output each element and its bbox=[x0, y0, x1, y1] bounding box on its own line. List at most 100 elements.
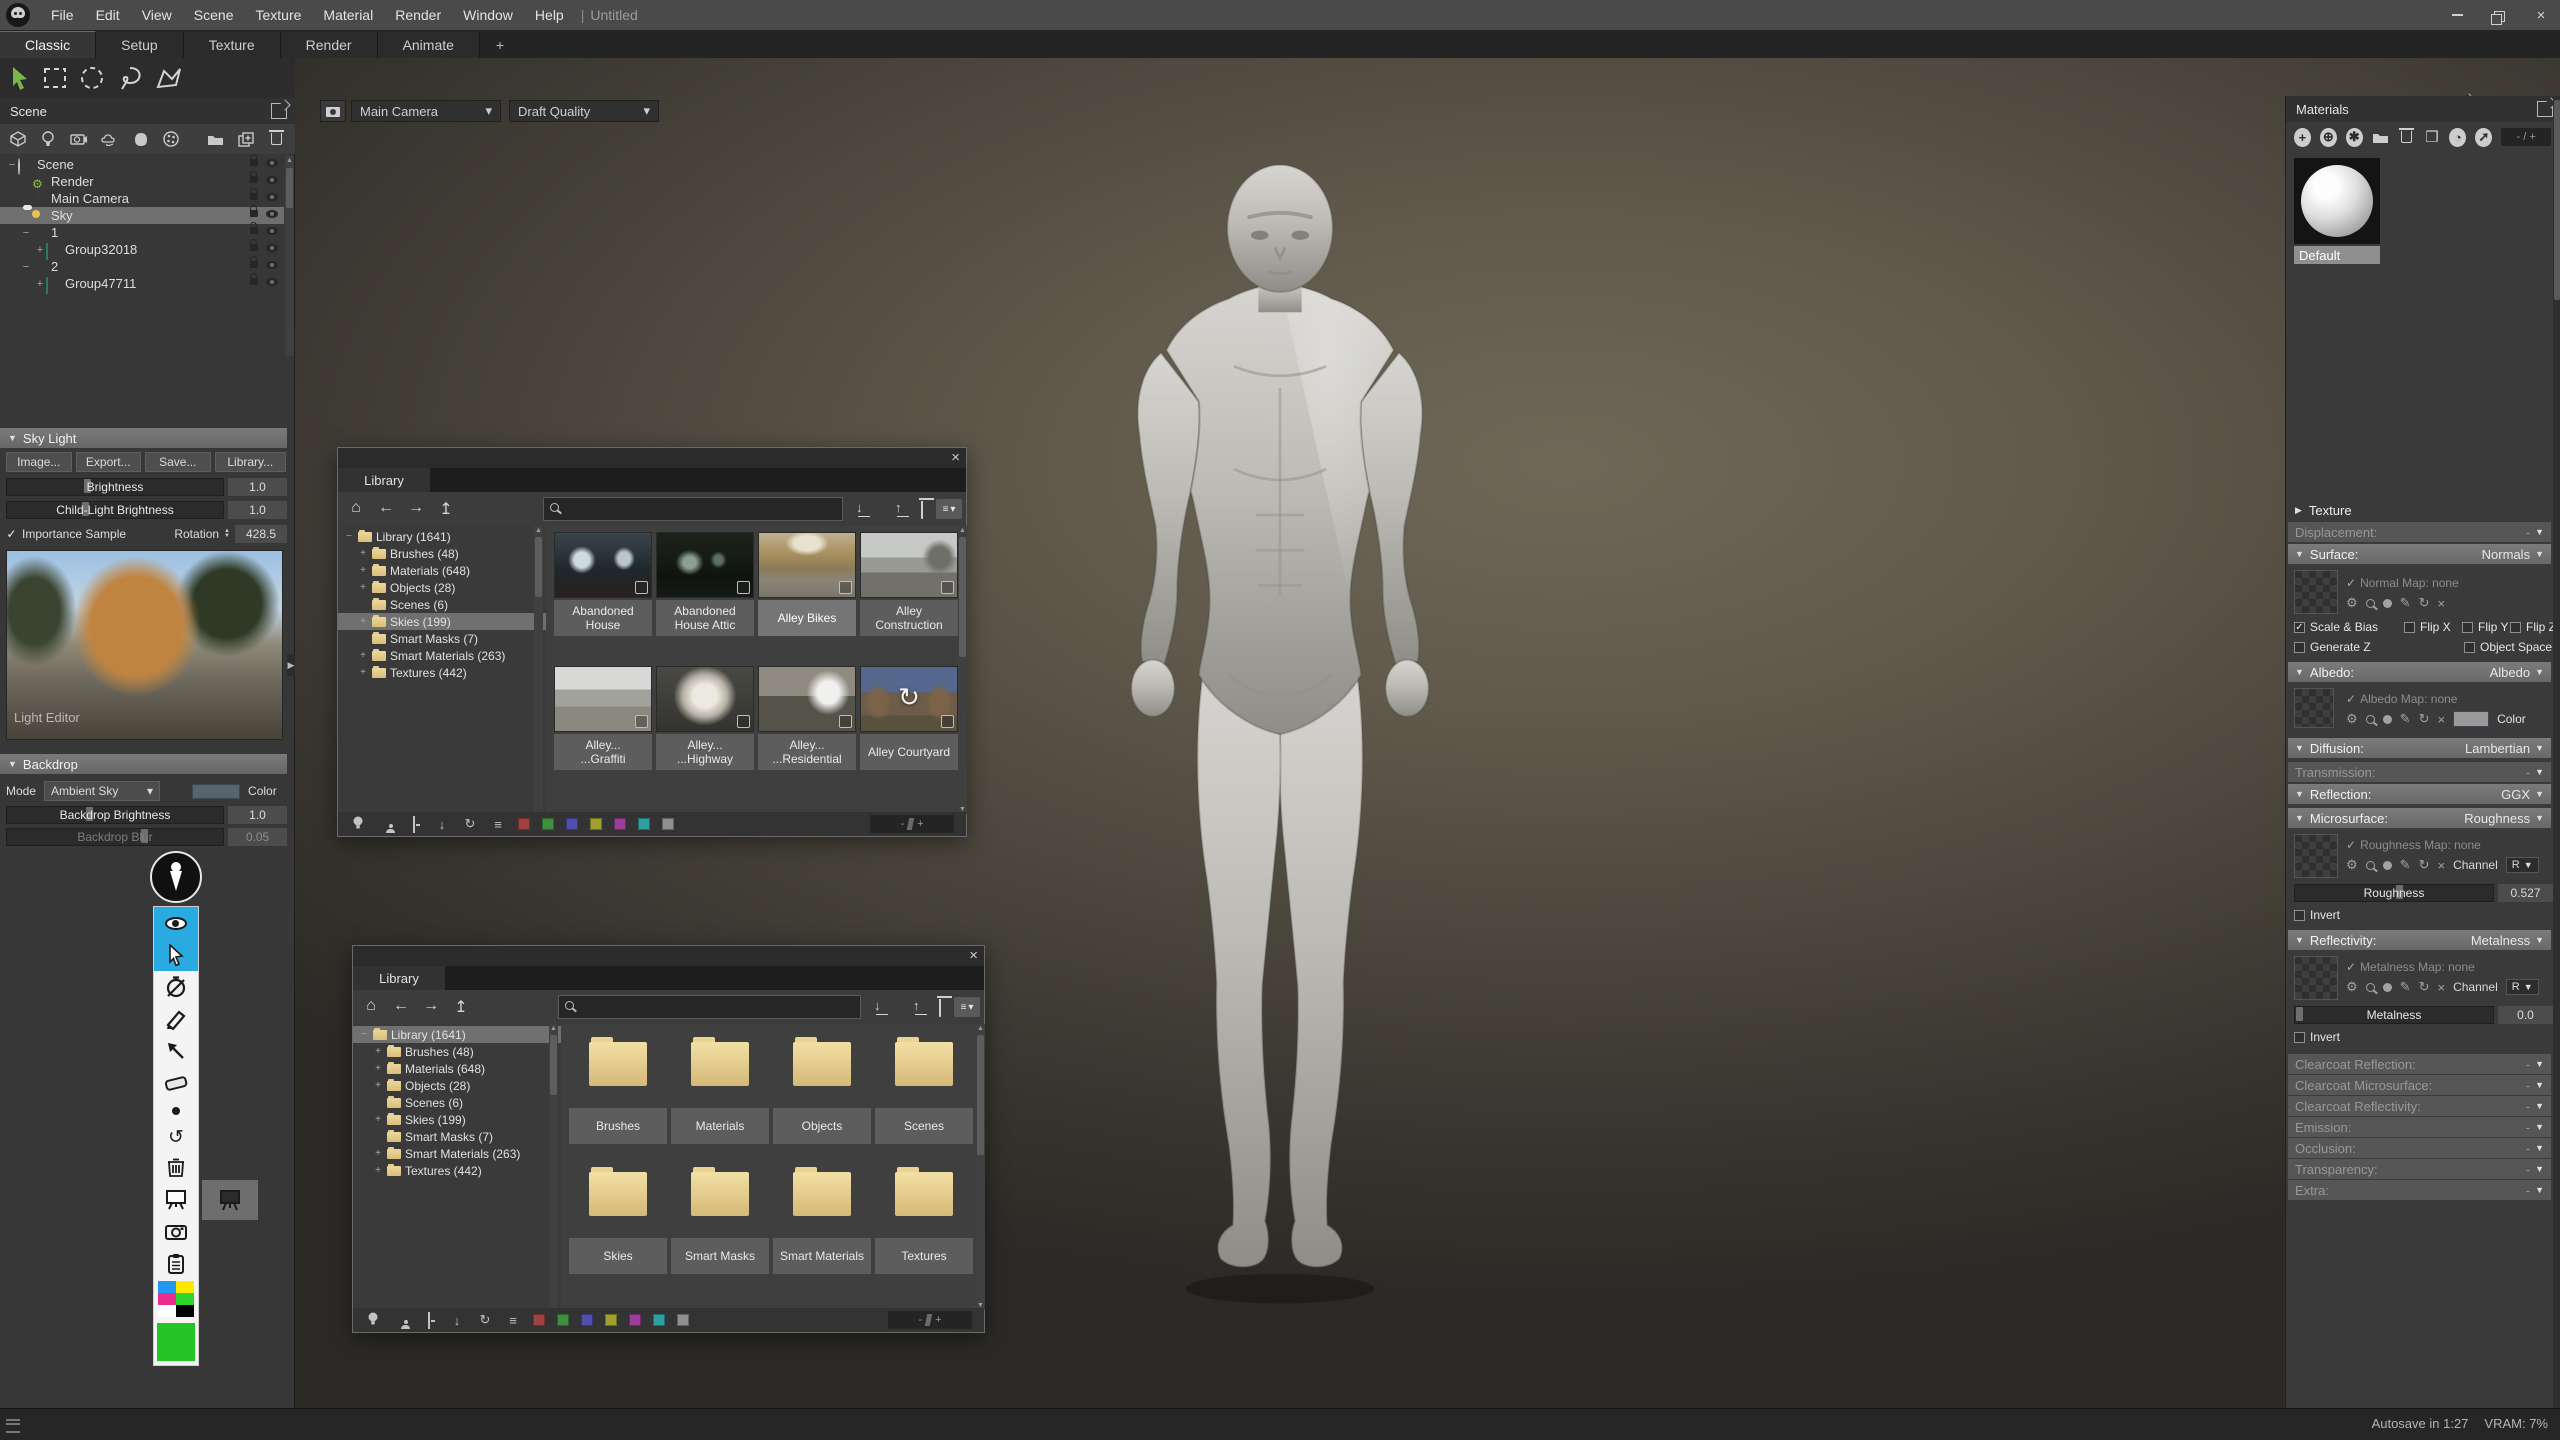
library-window-top[interactable]: × Library ⌂ ← → ↥ ↓ ↑ ≡▾ −Library (1641)… bbox=[337, 447, 967, 837]
tree-row-library-root-selected[interactable]: −Library (1641) bbox=[353, 1026, 561, 1043]
history-icon[interactable]: ◔ bbox=[2449, 128, 2466, 147]
close-button[interactable]: × bbox=[2528, 5, 2554, 25]
library-item-alley-courtyard-loading[interactable]: ↻ Alley Courtyard bbox=[860, 666, 958, 770]
roughness-invert-checkbox[interactable]: ✓Invert bbox=[2294, 908, 2340, 922]
importance-sample-checkbox[interactable]: ✓ bbox=[6, 529, 17, 540]
materials-tab[interactable]: Materials bbox=[2286, 96, 2560, 122]
grid-scrollbar[interactable]: ▲▼ bbox=[976, 1024, 985, 1310]
tab-texture[interactable]: Texture bbox=[184, 32, 281, 58]
add-workspace-tab-button[interactable]: + bbox=[480, 32, 520, 58]
reload-icon[interactable]: ↻ bbox=[2419, 595, 2430, 611]
delete-trash-icon[interactable] bbox=[912, 501, 932, 519]
tree-row-library-root[interactable]: −Library (1641) bbox=[338, 528, 546, 545]
visibility-eye-icon[interactable] bbox=[266, 210, 278, 218]
flip-x-checkbox[interactable]: ✓Flip X bbox=[2404, 620, 2451, 634]
gear-icon[interactable]: ⚙ bbox=[2346, 711, 2358, 727]
section-clearcoat-reflectivity-disabled[interactable]: Clearcoat Reflectivity: -▼ bbox=[2288, 1096, 2551, 1116]
export-upload-icon[interactable]: ↑ bbox=[895, 500, 902, 515]
generate-z-checkbox[interactable]: ✓Generate Z bbox=[2294, 640, 2371, 654]
lock-icon[interactable] bbox=[250, 210, 258, 217]
section-transparency-disabled[interactable]: Transparency: -▼ bbox=[2288, 1159, 2551, 1179]
magnifier-icon[interactable] bbox=[2366, 715, 2375, 724]
polygon-lasso-tool-icon[interactable] bbox=[154, 65, 184, 91]
menu-scene[interactable]: Scene bbox=[183, 0, 245, 30]
add-primitive-icon[interactable] bbox=[132, 131, 148, 148]
tree-row-smart-masks[interactable]: Smart Masks (7) bbox=[338, 630, 546, 647]
reload-icon[interactable]: ↻ bbox=[2419, 711, 2430, 727]
library-item-alley-graffiti[interactable]: Alley......Graffiti bbox=[554, 666, 652, 770]
section-displacement-disabled[interactable]: Displacement: -▼ bbox=[2288, 522, 2551, 542]
rect-marquee-tool-icon[interactable] bbox=[42, 65, 68, 91]
backdrop-color-swatch[interactable] bbox=[192, 784, 240, 799]
annotation-cursor-tool-icon[interactable] bbox=[154, 939, 198, 971]
item-checkbox[interactable] bbox=[941, 715, 954, 728]
sync-refresh-icon[interactable]: ↻ bbox=[462, 816, 478, 832]
channel-select[interactable]: R▼ bbox=[2506, 979, 2539, 995]
gear-icon[interactable]: ⚙ bbox=[2346, 595, 2358, 611]
metalness-invert-checkbox[interactable]: ✓Invert bbox=[2294, 1030, 2340, 1044]
object-space-checkbox[interactable]: ✓Object Space bbox=[2464, 640, 2552, 654]
clear-icon[interactable]: × bbox=[2437, 980, 2445, 995]
scene-panel-tab[interactable]: Scene bbox=[0, 98, 295, 124]
magnifier-icon[interactable] bbox=[2366, 983, 2375, 992]
clear-icon[interactable]: × bbox=[2437, 596, 2445, 611]
color-blue[interactable] bbox=[158, 1281, 176, 1293]
tree-row-brushes[interactable]: +Brushes (48) bbox=[353, 1043, 561, 1060]
visibility-eye-icon[interactable] bbox=[266, 278, 278, 286]
lock-icon[interactable] bbox=[250, 176, 258, 183]
albedo-map-thumbnail[interactable] bbox=[2294, 688, 2334, 728]
tag-color-purple[interactable] bbox=[629, 1314, 641, 1326]
lock-icon[interactable] bbox=[250, 261, 258, 268]
tree-row-group32018[interactable]: + Group32018 bbox=[0, 241, 284, 258]
tree-row-brushes[interactable]: +Brushes (48) bbox=[338, 545, 546, 562]
lock-icon[interactable] bbox=[250, 193, 258, 200]
light-editor-caption[interactable]: Light Editor bbox=[14, 710, 80, 725]
tag-color-teal[interactable] bbox=[653, 1314, 665, 1326]
library-item-abandoned-house[interactable]: AbandonedHouse bbox=[554, 532, 652, 636]
camera-select[interactable]: Main Camera▾ bbox=[351, 100, 501, 122]
backdrop-mode-select[interactable]: Ambient Sky ▾ bbox=[44, 781, 160, 801]
item-checkbox[interactable] bbox=[839, 715, 852, 728]
channel-select[interactable]: R▼ bbox=[2506, 857, 2539, 873]
tree-row-objects[interactable]: +Objects (28) bbox=[338, 579, 546, 596]
tag-color-blue[interactable] bbox=[581, 1314, 593, 1326]
reload-icon[interactable]: ↻ bbox=[2419, 857, 2430, 873]
section-occlusion-disabled[interactable]: Occlusion: -▼ bbox=[2288, 1138, 2551, 1158]
backdrop-brightness-value[interactable]: 1.0 bbox=[228, 806, 287, 824]
view-options-menu-button[interactable]: ≡▾ bbox=[936, 499, 962, 519]
item-checkbox[interactable] bbox=[635, 715, 648, 728]
tree-scrollbar[interactable]: ▲ bbox=[549, 1024, 558, 1310]
edit-pencil-icon[interactable]: ✎ bbox=[2400, 979, 2411, 995]
export-button[interactable]: Export... bbox=[76, 452, 142, 472]
tab-render[interactable]: Render bbox=[281, 32, 378, 58]
section-texture[interactable]: ▶Texture bbox=[2288, 500, 2551, 520]
annotation-eraser-tool-icon[interactable] bbox=[154, 1067, 198, 1099]
visibility-eye-icon[interactable] bbox=[266, 193, 278, 201]
normal-map-thumbnail[interactable] bbox=[2294, 570, 2338, 614]
library-item-alley-construction[interactable]: AlleyConstruction bbox=[860, 532, 958, 636]
expander[interactable]: − bbox=[6, 159, 18, 171]
duplicate-material-icon[interactable]: ⊕ bbox=[2320, 128, 2337, 147]
library-titlebar[interactable]: × bbox=[338, 448, 966, 468]
section-diffusion-header[interactable]: ▼Diffusion: Lambertian▼ bbox=[2288, 738, 2551, 758]
close-icon[interactable]: × bbox=[951, 449, 960, 467]
library-tab[interactable]: Library bbox=[338, 468, 430, 492]
section-clearcoat-microsurface-disabled[interactable]: Clearcoat Microsurface: -▼ bbox=[2288, 1075, 2551, 1095]
annotation-pen-tool-icon[interactable] bbox=[154, 1003, 198, 1035]
tag-color-red[interactable] bbox=[533, 1314, 545, 1326]
item-checkbox[interactable] bbox=[839, 581, 852, 594]
tree-row-1[interactable]: − 1 bbox=[0, 224, 284, 241]
library-titlebar[interactable]: × bbox=[353, 946, 984, 966]
library-item-alley-highway[interactable]: Alley......Highway bbox=[656, 666, 754, 770]
tag-color-blue[interactable] bbox=[566, 818, 578, 830]
flip-y-checkbox[interactable]: ✓Flip Y bbox=[2462, 620, 2508, 634]
sphere-preview-icon[interactable] bbox=[2383, 861, 2392, 870]
sync-refresh-icon[interactable]: ↻ bbox=[477, 1312, 493, 1328]
library-window-bottom[interactable]: × Library ⌂ ← → ↥ ↓ ↑ ≡▾ −Library (1641)… bbox=[352, 945, 985, 1333]
annotation-active-color-swatch[interactable] bbox=[154, 1319, 198, 1365]
section-emission-disabled[interactable]: Emission: -▼ bbox=[2288, 1117, 2551, 1137]
library-item-alley-residential[interactable]: Alley......Residential bbox=[758, 666, 856, 770]
annotation-whiteboard-flyout[interactable] bbox=[202, 1180, 258, 1220]
tab-animate[interactable]: Animate bbox=[378, 32, 480, 58]
forward-icon[interactable]: → bbox=[406, 499, 426, 517]
